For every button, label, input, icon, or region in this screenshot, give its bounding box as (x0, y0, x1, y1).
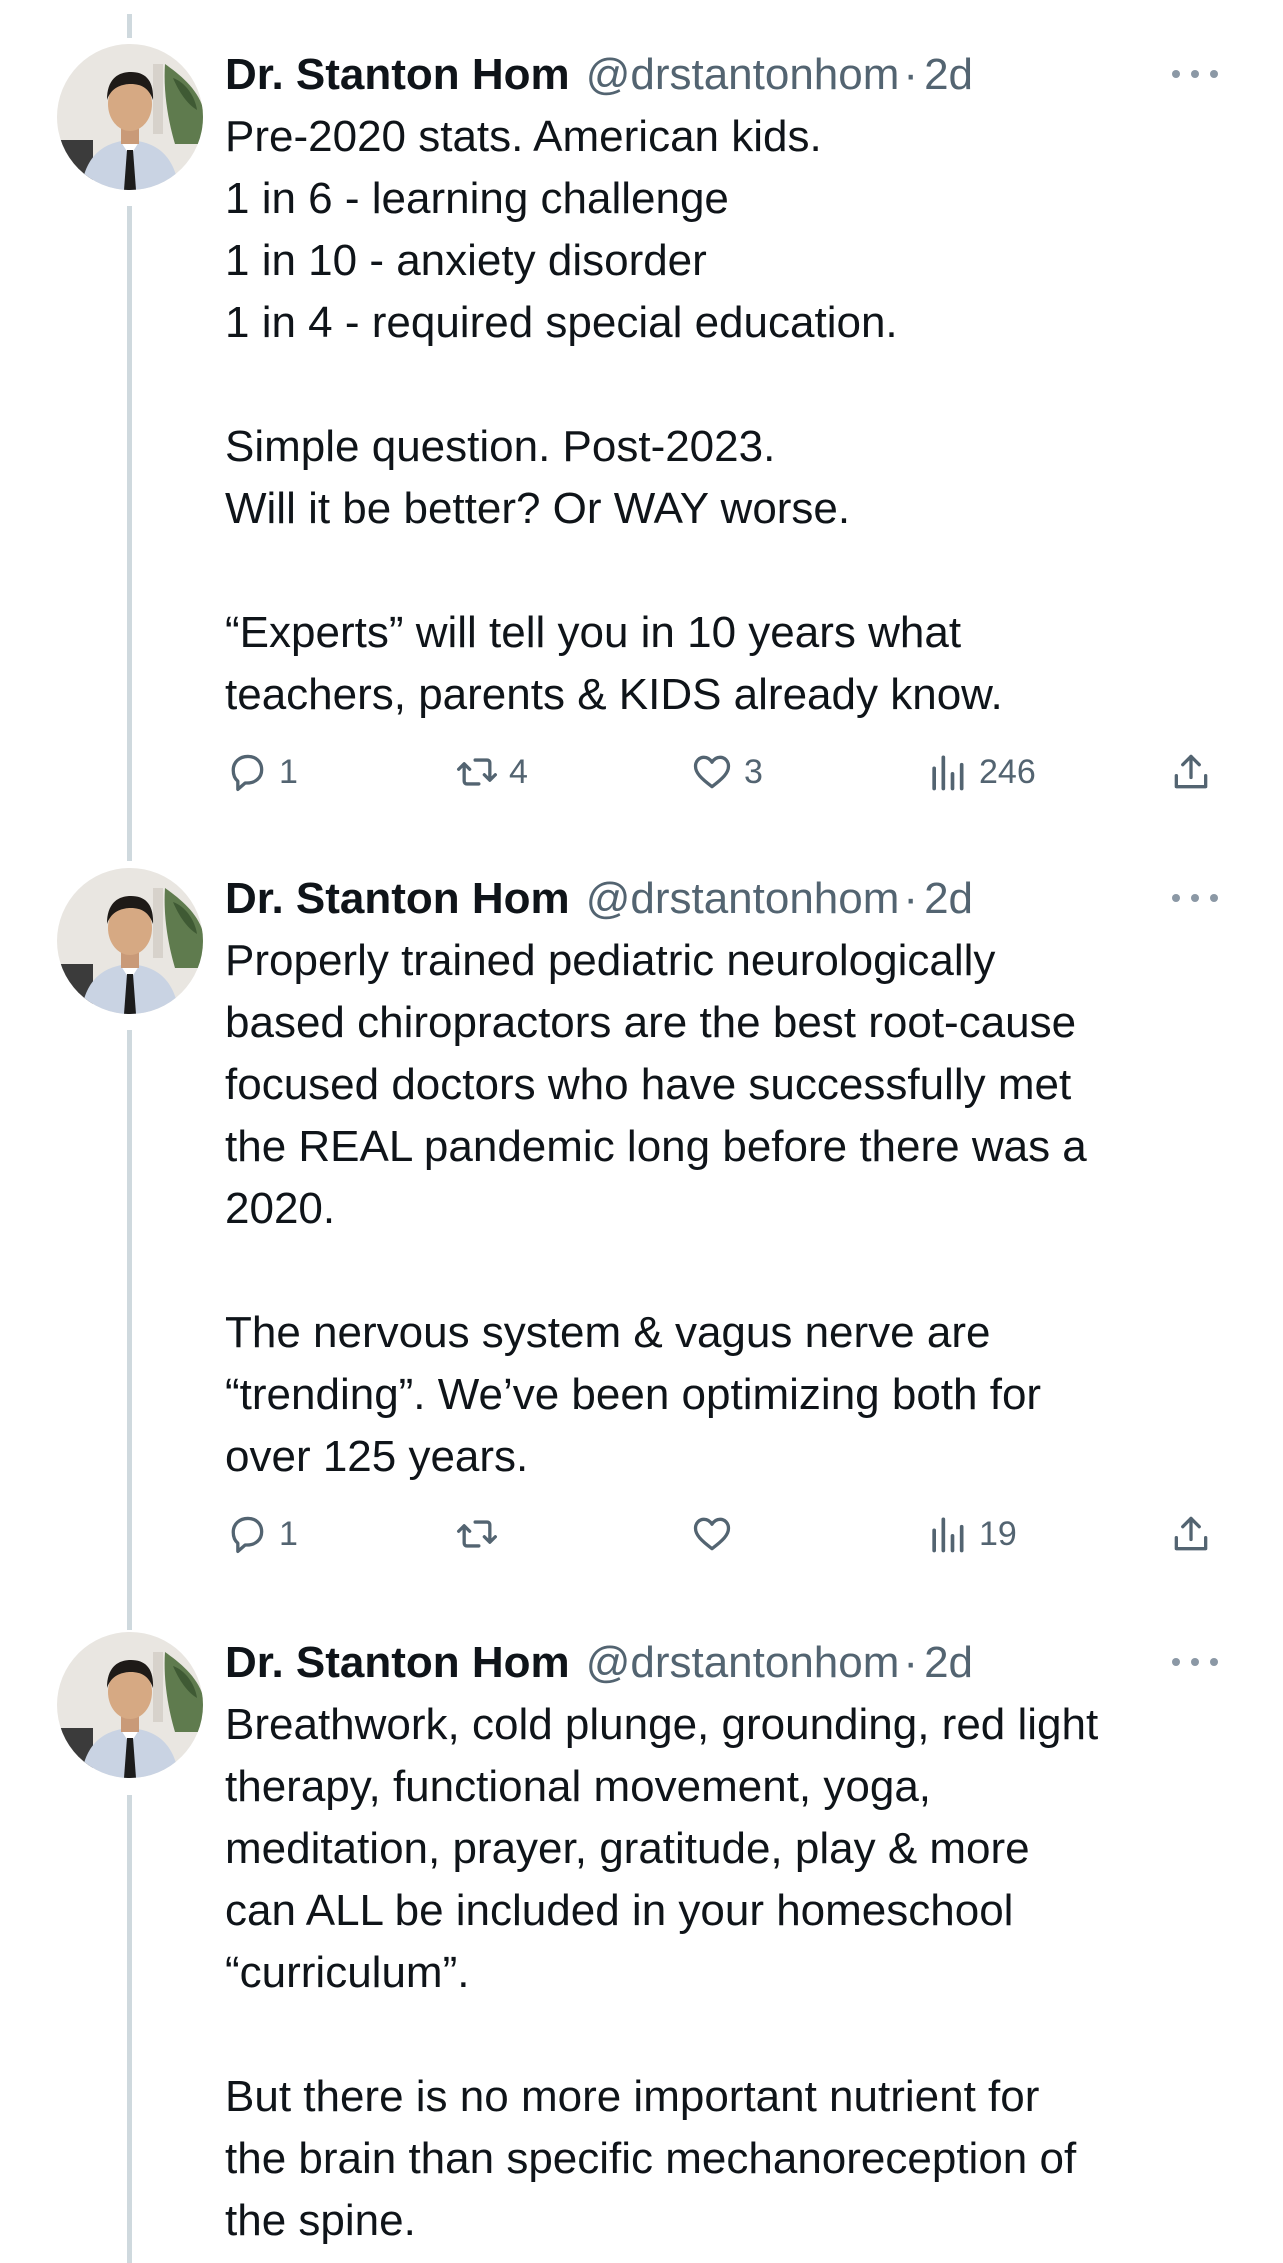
action-bar: 1 19 (225, 1506, 1235, 1562)
like-button[interactable] (690, 1506, 744, 1562)
share-button[interactable] (1169, 744, 1213, 800)
thread-line (127, 1030, 132, 1630)
tweet-header: Dr. Stanton Hom @drstantonhom · 2d (225, 44, 973, 106)
profile-photo (57, 1632, 203, 1778)
like-icon (693, 755, 731, 789)
tweet-text: Properly trained pediatric neurologicall… (225, 930, 1235, 1488)
views-button[interactable]: 19 (925, 1506, 1017, 1562)
separator-dot: · (903, 874, 919, 923)
reply-button[interactable]: 1 (225, 744, 298, 800)
reply-count: 1 (279, 752, 298, 791)
repost-count: 4 (509, 752, 528, 791)
views-count: 246 (979, 752, 1036, 791)
avatar[interactable] (57, 44, 203, 190)
thread-line (127, 14, 132, 38)
thread-line (127, 206, 132, 861)
profile-photo (57, 44, 203, 190)
views-icon (932, 1517, 964, 1553)
tweet-header: Dr. Stanton Hom @drstantonhom · 2d (225, 868, 973, 930)
reply-button[interactable]: 1 (225, 1506, 298, 1562)
tweet-line: “Experts” will tell you in 10 years what (225, 608, 962, 657)
reply-icon (231, 754, 264, 792)
repost-button[interactable]: 4 (455, 744, 528, 800)
tweet-line: “curriculum”. (225, 1948, 470, 1997)
share-icon (1174, 1516, 1208, 1551)
tweet-line: 2020. (225, 1184, 336, 1233)
tweet-line: “trending”. We’ve been optimizing both f… (225, 1370, 1042, 1419)
tweet-line: Pre-2020 stats. American kids. (225, 112, 822, 161)
avatar[interactable] (57, 868, 203, 1014)
author-name[interactable]: Dr. Stanton Hom (225, 1632, 570, 1694)
author-handle[interactable]: @drstantonhom (586, 44, 900, 106)
tweet-line: based chiropractors are the best root-ca… (225, 998, 1077, 1047)
timestamp[interactable]: 2d (924, 1632, 973, 1694)
tweet-line: Will it be better? Or WAY worse. (225, 484, 851, 533)
share-icon (1174, 754, 1208, 789)
tweet-line: Simple question. Post-2023. (225, 422, 776, 471)
tweet-line: therapy, functional movement, yoga, (225, 1762, 932, 1811)
views-button[interactable]: 246 (925, 744, 1036, 800)
tweet-line: meditation, prayer, gratitude, play & mo… (225, 1824, 1030, 1873)
tweet-header: Dr. Stanton Hom @drstantonhom · 2d (225, 1632, 973, 1694)
views-count: 19 (979, 1514, 1017, 1553)
tweet-line: The nervous system & vagus nerve are (225, 1308, 991, 1357)
repost-icon (457, 758, 497, 786)
repost-icon (457, 1520, 497, 1548)
tweet-line: 1 in 6 - learning challenge (225, 174, 729, 223)
reply-count: 1 (279, 1514, 298, 1553)
tweet-line: 1 in 10 - anxiety disorder (225, 236, 707, 285)
tweet-line: focused doctors who have successfully me… (225, 1060, 1072, 1109)
profile-photo (57, 868, 203, 1014)
tweet-text: Breathwork, cold plunge, grounding, red … (225, 1694, 1235, 2252)
share-button[interactable] (1169, 1506, 1213, 1562)
separator-dot: · (903, 50, 919, 99)
tweet-line: Breathwork, cold plunge, grounding, red … (225, 1700, 1099, 1749)
tweet-line: can ALL be included in your homeschool (225, 1886, 1014, 1935)
tweet-line: But there is no more important nutrient … (225, 2072, 1040, 2121)
tweet-line: teachers, parents & KIDS already know. (225, 670, 1003, 719)
author-name[interactable]: Dr. Stanton Hom (225, 868, 570, 930)
tweet-line: the brain than specific mechanoreception… (225, 2134, 1077, 2183)
more-icon[interactable] (1172, 1650, 1218, 1674)
tweet-line: 1 in 4 - required special education. (225, 298, 898, 347)
more-icon[interactable] (1172, 62, 1218, 86)
views-icon (932, 755, 964, 791)
action-bar: 1 4 3 246 (225, 744, 1235, 800)
author-name[interactable]: Dr. Stanton Hom (225, 44, 570, 106)
separator-dot: · (903, 1638, 919, 1687)
like-count: 3 (744, 752, 763, 791)
like-icon (693, 1517, 731, 1551)
author-handle[interactable]: @drstantonhom (586, 1632, 900, 1694)
timestamp[interactable]: 2d (924, 44, 973, 106)
tweet-line: the REAL pandemic long before there was … (225, 1122, 1087, 1171)
timestamp[interactable]: 2d (924, 868, 973, 930)
tweet-line: Properly trained pediatric neurologicall… (225, 936, 996, 985)
tweet-line: the spine. (225, 2196, 416, 2245)
like-button[interactable]: 3 (690, 744, 763, 800)
tweet-line: over 125 years. (225, 1432, 529, 1481)
more-icon[interactable] (1172, 886, 1218, 910)
reply-icon (231, 1516, 264, 1554)
repost-button[interactable] (455, 1506, 509, 1562)
author-handle[interactable]: @drstantonhom (586, 868, 900, 930)
thread-line (127, 1795, 132, 2263)
avatar[interactable] (57, 1632, 203, 1778)
tweet-text: Pre-2020 stats. American kids. 1 in 6 - … (225, 106, 1235, 726)
